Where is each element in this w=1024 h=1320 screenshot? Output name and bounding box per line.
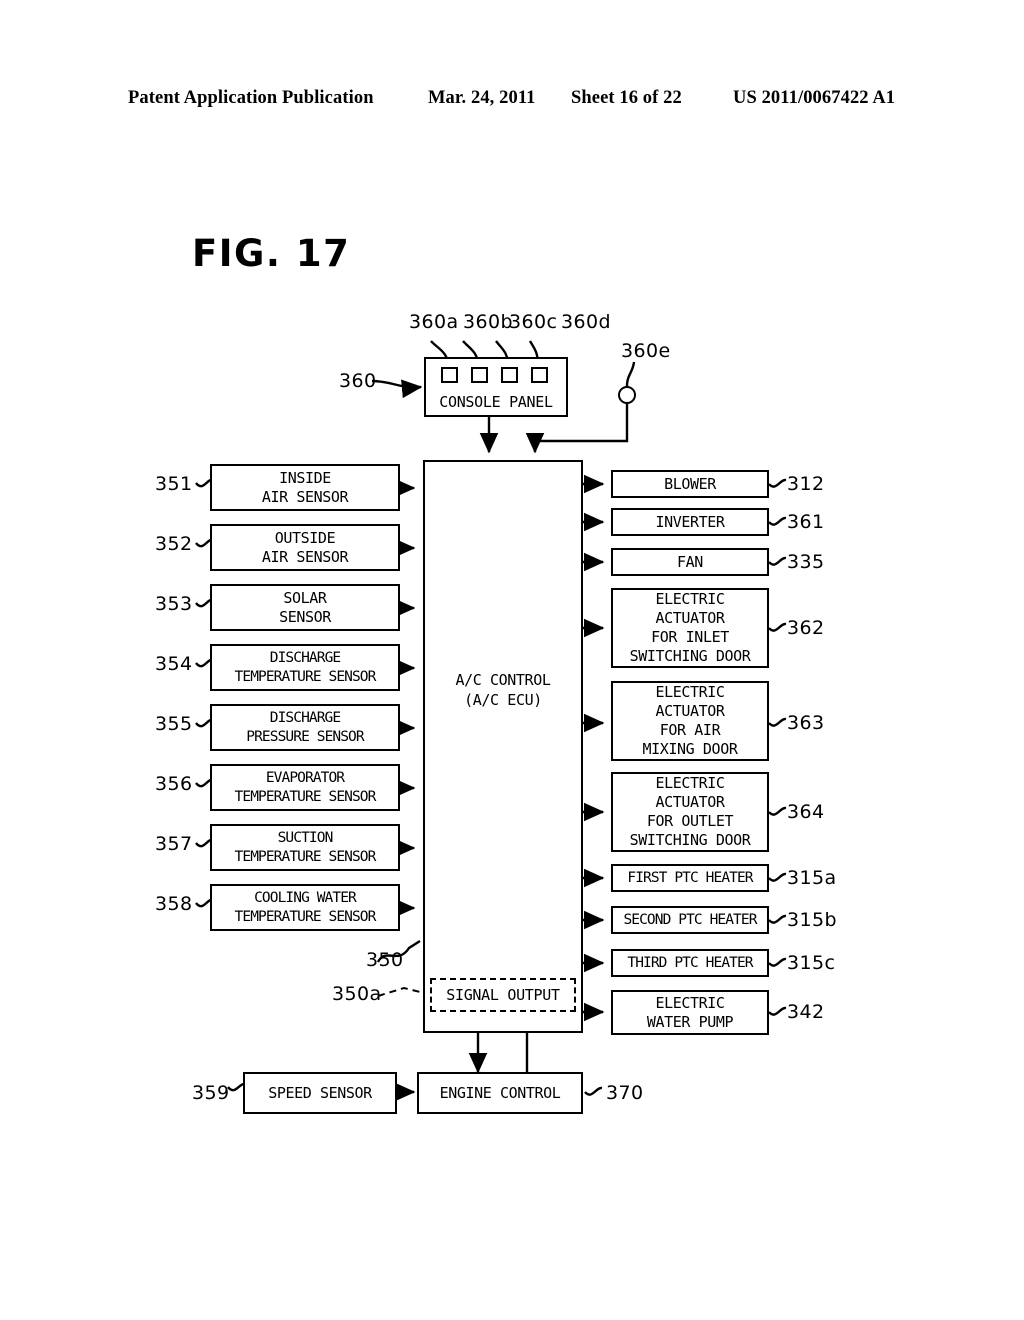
ac-control-block xyxy=(423,460,583,1033)
signal-output-block: SIGNAL OUTPUT xyxy=(430,978,576,1012)
ref-364: 364 xyxy=(787,801,825,823)
output-box-third-ptc-heater: THIRD PTC HEATER xyxy=(611,949,769,977)
console-button-360c[interactable] xyxy=(501,367,518,383)
publication-label: Patent Application Publication xyxy=(128,88,374,108)
publication-date: Mar. 24, 2011 xyxy=(428,88,536,108)
ref-360d: 360d xyxy=(561,311,611,333)
output-box-electric-actuator-air-mixing-door: ELECTRIC ACTUATOR FOR AIR MIXING DOOR xyxy=(611,681,769,761)
figure-title: FIG. 17 xyxy=(192,232,351,275)
ref-315b: 315b xyxy=(787,909,837,931)
ref-363: 363 xyxy=(787,712,825,734)
input-box-evaporator-temperature-sensor: EVAPORATOR TEMPERATURE SENSOR xyxy=(210,764,400,811)
ref-359: 359 xyxy=(192,1082,230,1104)
ac-control-label: A/C CONTROL (A/C ECU) xyxy=(455,671,551,709)
input-box-cooling-water-temperature-sensor: COOLING WATER TEMPERATURE SENSOR xyxy=(210,884,400,931)
ref-360b: 360b xyxy=(463,311,513,333)
ref-358: 358 xyxy=(155,893,193,915)
input-box-discharge-pressure-sensor: DISCHARGE PRESSURE SENSOR xyxy=(210,704,400,751)
output-box-electric-actuator-outlet-switching-door: ELECTRIC ACTUATOR FOR OUTLET SWITCHING D… xyxy=(611,772,769,852)
speed-sensor-box: SPEED SENSOR xyxy=(243,1072,397,1114)
output-box-inverter: INVERTER xyxy=(611,508,769,536)
input-box-solar-sensor: SOLAR SENSOR xyxy=(210,584,400,631)
ref-354: 354 xyxy=(155,653,193,675)
ref-352: 352 xyxy=(155,533,193,555)
ref-350: 350 xyxy=(366,949,404,971)
ref-360c: 360c xyxy=(509,311,558,333)
sheet-number: Sheet 16 of 22 xyxy=(571,88,682,108)
input-box-discharge-temperature-sensor: DISCHARGE TEMPERATURE SENSOR xyxy=(210,644,400,691)
ref-362: 362 xyxy=(787,617,825,639)
ref-356: 356 xyxy=(155,773,193,795)
ref-342: 342 xyxy=(787,1001,825,1023)
console-panel[interactable]: CONSOLE PANEL xyxy=(424,357,568,417)
input-box-inside-air-sensor: INSIDE AIR SENSOR xyxy=(210,464,400,511)
output-box-first-ptc-heater: FIRST PTC HEATER xyxy=(611,864,769,892)
ref-357: 357 xyxy=(155,833,193,855)
ref-335: 335 xyxy=(787,551,825,573)
ref-355: 355 xyxy=(155,713,193,735)
output-box-fan: FAN xyxy=(611,548,769,576)
output-box-blower: BLOWER xyxy=(611,470,769,498)
ref-360a: 360a xyxy=(409,311,459,333)
ref-360: 360 xyxy=(339,370,377,392)
patent-number: US 2011/0067422 A1 xyxy=(733,88,896,108)
ref-360e: 360e xyxy=(621,340,671,362)
page-header: Patent Application Publication Mar. 24, … xyxy=(0,88,1024,114)
ref-351: 351 xyxy=(155,473,193,495)
console-knob-360e[interactable] xyxy=(618,386,636,404)
console-button-360d[interactable] xyxy=(531,367,548,383)
ref-315c: 315c xyxy=(787,952,836,974)
ref-370: 370 xyxy=(606,1082,644,1104)
engine-control-box: ENGINE CONTROL xyxy=(417,1072,583,1114)
input-box-suction-temperature-sensor: SUCTION TEMPERATURE SENSOR xyxy=(210,824,400,871)
ref-315a: 315a xyxy=(787,867,837,889)
input-box-outside-air-sensor: OUTSIDE AIR SENSOR xyxy=(210,524,400,571)
ref-353: 353 xyxy=(155,593,193,615)
ref-361: 361 xyxy=(787,511,825,533)
console-panel-label: CONSOLE PANEL xyxy=(439,393,553,411)
ref-350a: 350a xyxy=(332,983,382,1005)
console-button-360b[interactable] xyxy=(471,367,488,383)
output-box-electric-actuator-inlet-switching-door: ELECTRIC ACTUATOR FOR INLET SWITCHING DO… xyxy=(611,588,769,668)
ref-312: 312 xyxy=(787,473,825,495)
output-box-electric-water-pump: ELECTRIC WATER PUMP xyxy=(611,990,769,1035)
output-box-second-ptc-heater: SECOND PTC HEATER xyxy=(611,906,769,934)
console-button-360a[interactable] xyxy=(441,367,458,383)
